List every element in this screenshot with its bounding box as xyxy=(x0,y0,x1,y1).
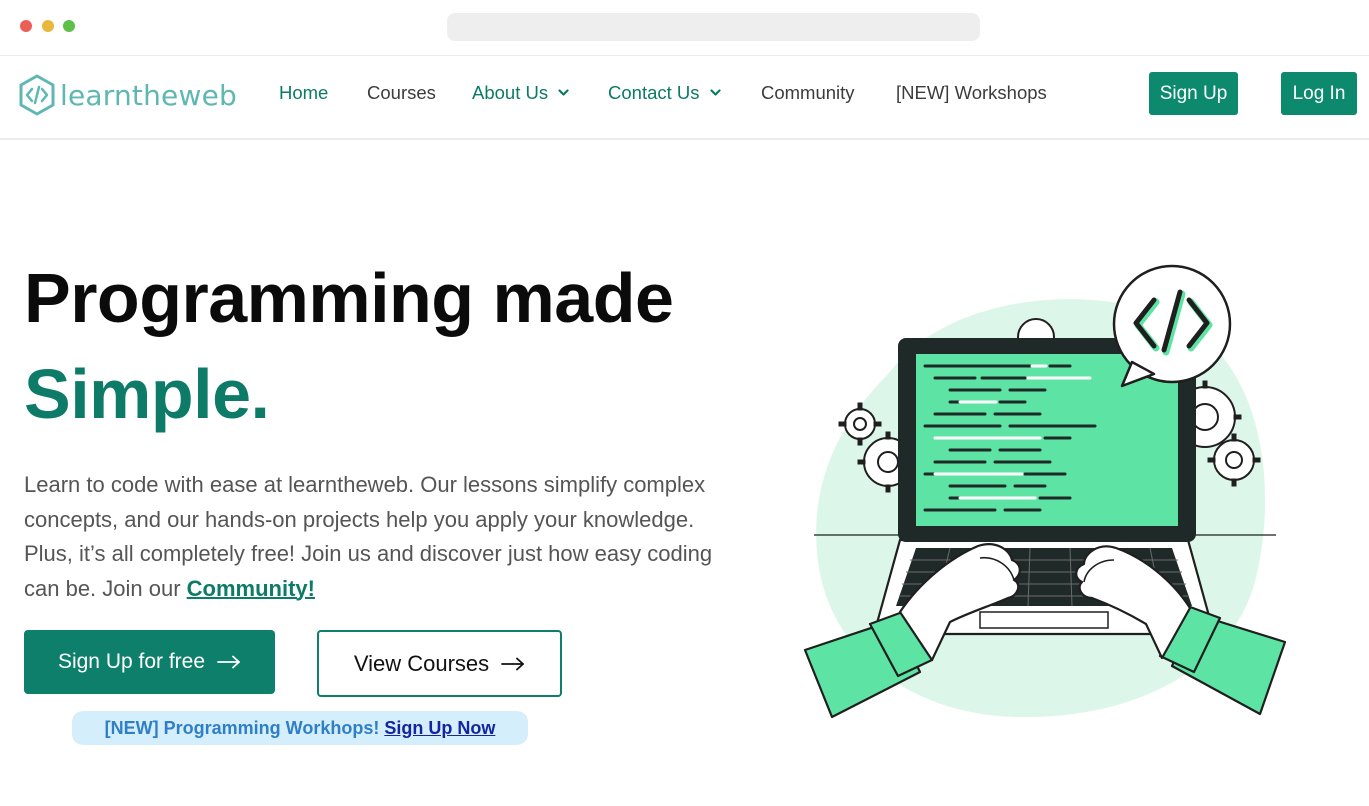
chevron-down-icon xyxy=(558,89,569,96)
brand-logo[interactable]: learntheweb xyxy=(18,73,237,117)
brand-name: learntheweb xyxy=(60,78,237,112)
nav-link-courses[interactable]: Courses xyxy=(367,82,436,104)
promo-sign-up-link[interactable]: Sign Up Now xyxy=(384,718,495,739)
nav-link-home[interactable]: Home xyxy=(279,82,328,104)
nav-link-label: Courses xyxy=(367,82,436,103)
arrow-right-icon xyxy=(501,657,525,670)
nav-link-label: Community xyxy=(761,82,855,103)
nav-link-label: Home xyxy=(279,82,329,103)
hero-title-line-2: Simple. xyxy=(24,355,270,433)
address-bar[interactable] xyxy=(447,13,980,41)
top-navigation: learntheweb Home Courses About Us Contac… xyxy=(0,56,1369,140)
nav-link-about-us[interactable]: About Us xyxy=(472,82,569,104)
browser-chrome xyxy=(0,0,1369,56)
nav-link-label: Contact Us xyxy=(608,82,700,103)
nav-link-label: [NEW] Workshops xyxy=(896,82,1047,103)
window-minimize-dot[interactable] xyxy=(42,20,54,32)
window-close-dot[interactable] xyxy=(20,20,32,32)
nav-link-label: About Us xyxy=(472,82,549,103)
window-maximize-dot[interactable] xyxy=(63,20,75,32)
sign-up-button[interactable]: Sign Up xyxy=(1149,72,1238,115)
log-in-button[interactable]: Log In xyxy=(1281,72,1357,115)
promo-text: [NEW] Programming Workhops! xyxy=(104,717,380,738)
hero-title-line-1: Programming made xyxy=(24,259,674,337)
arrow-right-icon xyxy=(217,655,240,669)
workshop-promo-banner: [NEW] Programming Workhops! Sign Up Now xyxy=(72,711,528,745)
nav-link-community[interactable]: Community xyxy=(761,82,855,104)
nav-link-workshops[interactable]: [NEW] Workshops xyxy=(896,82,1047,104)
sign-up-free-label: Sign Up for free xyxy=(57,650,206,673)
nav-link-contact-us[interactable]: Contact Us xyxy=(608,82,721,104)
community-link[interactable]: Community! xyxy=(187,576,315,601)
hero-description: Learn to code with ease at learntheweb. … xyxy=(24,468,724,606)
code-brackets-hexagon-icon xyxy=(19,74,55,116)
view-courses-label: View Courses xyxy=(353,650,490,676)
laptop-coding-illustration xyxy=(803,264,1287,719)
chevron-down-icon xyxy=(709,89,721,96)
hero-description-text: Learn to code with ease at learntheweb. … xyxy=(24,472,713,601)
view-courses-button[interactable]: View Courses xyxy=(317,630,562,697)
sign-up-free-button[interactable]: Sign Up for free xyxy=(24,630,275,694)
